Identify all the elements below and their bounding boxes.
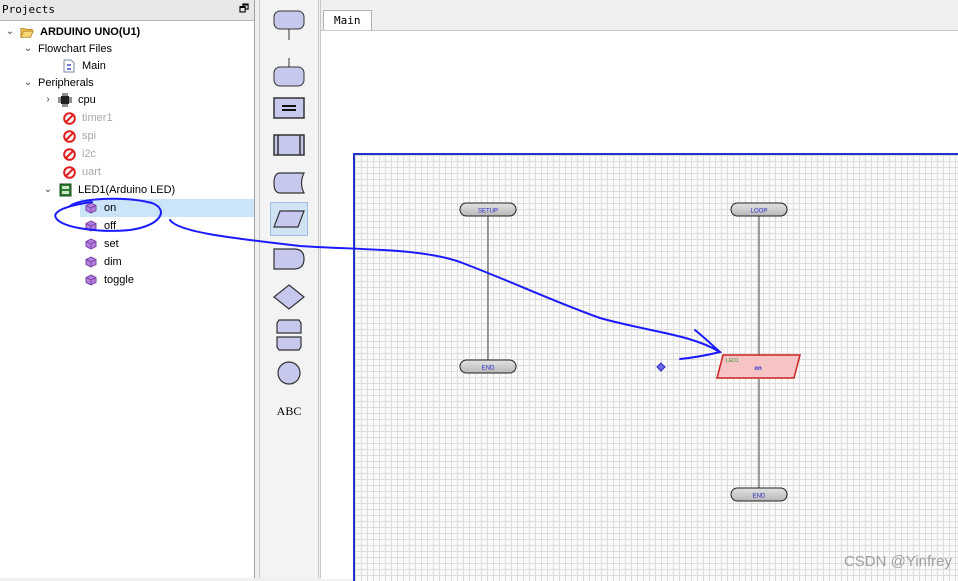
led-board-icon	[58, 183, 72, 197]
tree-method-label: off	[104, 220, 117, 232]
tree-main[interactable]: Main	[62, 57, 106, 75]
disabled-icon	[62, 165, 76, 179]
method-cube-icon	[84, 219, 98, 233]
tab-main[interactable]: Main	[323, 10, 372, 31]
tree-i2c-label: i2c	[82, 148, 97, 160]
tree-cpu-label: cpu	[78, 94, 96, 106]
tree-flowchart-files-label: Flowchart Files	[38, 43, 112, 55]
projects-header: Projects 🗗	[0, 0, 254, 21]
flowchart-tools: ABC	[260, 0, 319, 578]
tool-connector-block[interactable]	[270, 356, 308, 390]
tree-main-label: Main	[82, 60, 106, 72]
tool-loop-block[interactable]	[270, 318, 308, 352]
tree-timer1[interactable]: timer1	[62, 109, 113, 127]
tree-method-label: on	[104, 202, 117, 214]
restore-window-icon[interactable]: 🗗	[238, 3, 250, 15]
tree-cpu[interactable]: › cpu	[42, 91, 96, 109]
projects-panel: Projects 🗗 ⌄ ARDUINO UNO(U1) ⌄ Flowchart…	[0, 0, 255, 578]
method-cube-icon	[84, 237, 98, 251]
method-cube-icon	[84, 201, 98, 215]
tab-bar: Main	[321, 0, 958, 31]
tree-led1-label: LED1(Arduino LED)	[78, 184, 176, 196]
tool-subroutine-block[interactable]	[270, 128, 308, 162]
tool-io-block[interactable]	[270, 202, 308, 236]
tool-storage-block[interactable]	[270, 166, 308, 200]
chevron-down-icon[interactable]: ⌄	[4, 23, 16, 41]
tree-uart-label: uart	[82, 166, 101, 178]
tree-spi[interactable]: spi	[62, 127, 96, 145]
disabled-icon	[62, 147, 76, 161]
tree-method-set[interactable]: set	[84, 235, 119, 253]
disabled-icon	[62, 129, 76, 143]
chevron-right-icon[interactable]: ›	[42, 91, 54, 109]
tool-event-block[interactable]	[270, 8, 308, 42]
tree-method-toggle[interactable]: toggle	[84, 271, 134, 289]
chip-icon	[58, 93, 72, 107]
chevron-down-icon[interactable]: ⌄	[42, 181, 54, 199]
tree-spi-label: spi	[82, 130, 97, 142]
canvas-area[interactable]	[321, 30, 958, 581]
tree-root[interactable]: ⌄ ARDUINO UNO(U1)	[4, 23, 140, 41]
tree-method-label: dim	[104, 256, 122, 268]
flowchart-grid[interactable]	[353, 153, 958, 581]
tool-text-label: ABC	[276, 403, 302, 418]
tree-method-label: toggle	[104, 274, 134, 286]
tool-assignment-block[interactable]	[270, 91, 308, 125]
projects-title: Projects	[2, 3, 55, 16]
tree-method-on[interactable]: on	[80, 199, 254, 217]
disabled-icon	[62, 111, 76, 125]
tree-i2c[interactable]: i2c	[62, 145, 96, 163]
tool-text-block[interactable]: ABC	[270, 394, 308, 428]
method-cube-icon	[84, 273, 98, 287]
chevron-down-icon[interactable]: ⌄	[22, 74, 34, 92]
tree-root-label: ARDUINO UNO(U1)	[40, 26, 141, 38]
method-cube-icon	[84, 255, 98, 269]
tree-method-dim[interactable]: dim	[84, 253, 122, 271]
chevron-down-icon[interactable]: ⌄	[22, 40, 34, 58]
tree-method-off[interactable]: off	[84, 217, 116, 235]
watermark: CSDN @Yinfrey	[843, 553, 952, 570]
tree-timer1-label: timer1	[82, 112, 113, 124]
flowchart-editor: Main	[320, 0, 958, 581]
tree-method-label: set	[104, 238, 119, 250]
tree-peripherals-label: Peripherals	[38, 77, 94, 89]
flowchart-file-icon	[62, 59, 76, 73]
tree-led1[interactable]: ⌄ LED1(Arduino LED)	[42, 181, 175, 199]
tool-end-block[interactable]	[270, 56, 308, 90]
tree-flowchart-files[interactable]: ⌄ Flowchart Files	[22, 40, 112, 58]
tab-main-label: Main	[334, 14, 361, 27]
tool-decision-block[interactable]	[270, 280, 308, 314]
tree-peripherals[interactable]: ⌄ Peripherals	[22, 74, 94, 92]
tool-delay-block[interactable]	[270, 242, 308, 276]
tree-uart[interactable]: uart	[62, 163, 101, 181]
folder-open-icon	[20, 25, 34, 39]
